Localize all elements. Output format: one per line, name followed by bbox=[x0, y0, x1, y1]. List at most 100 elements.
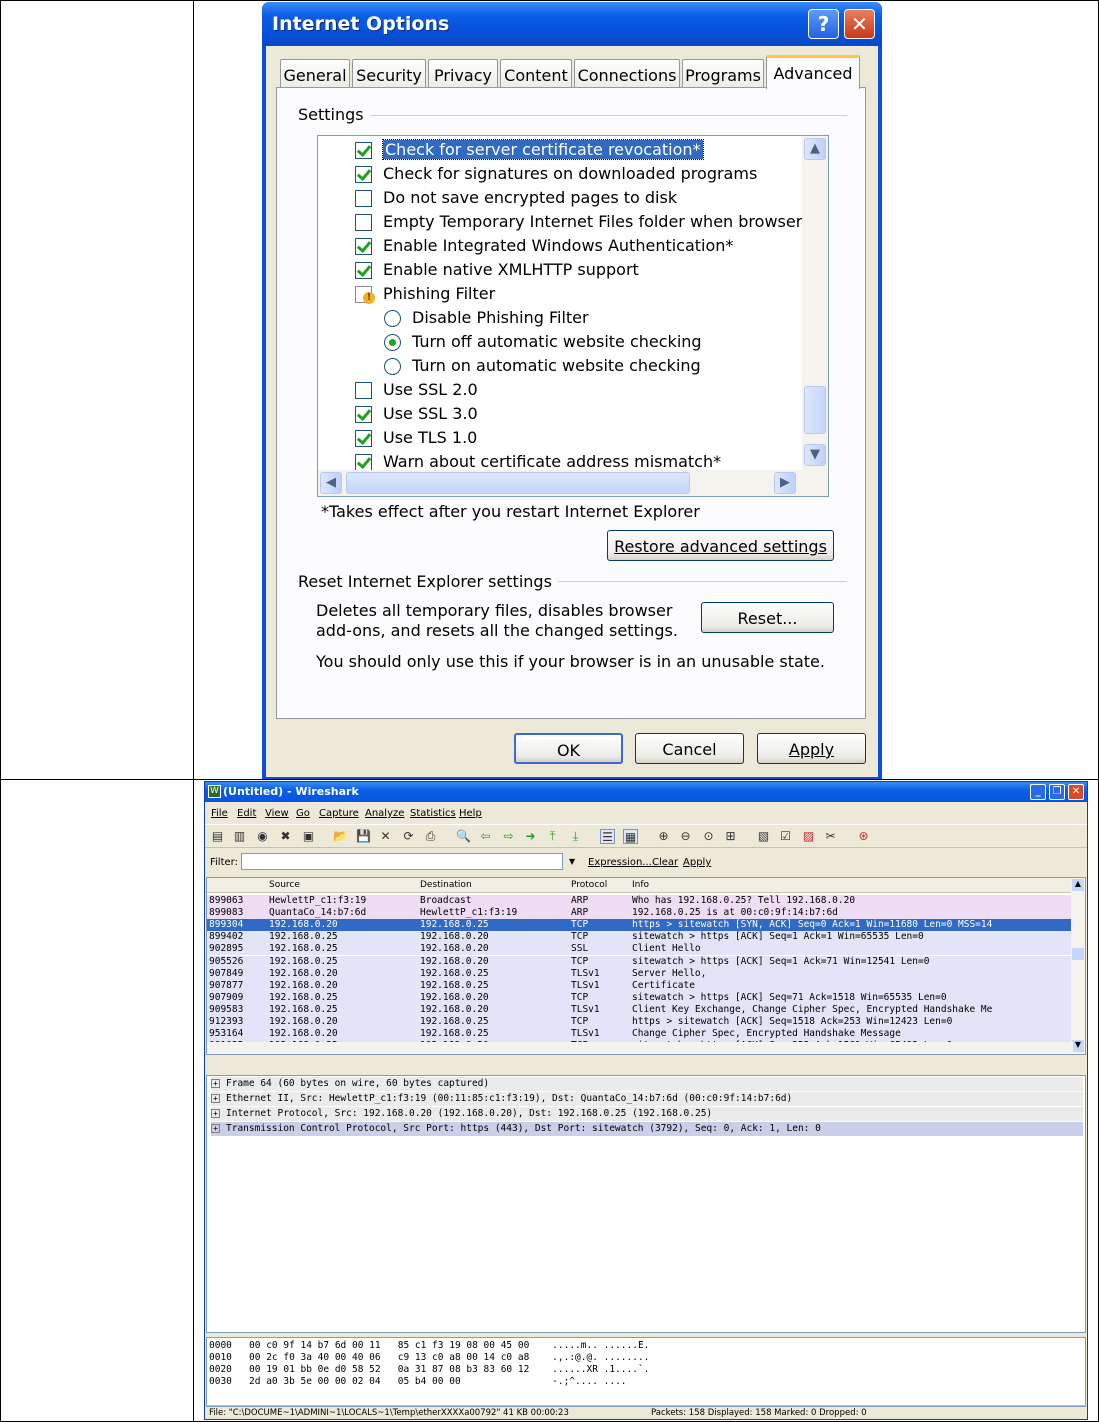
unchecked-checkbox-icon[interactable] bbox=[355, 190, 372, 207]
packet-row[interactable]: 953164 192.168.0.20 192.168.0.25 TLSv1 Chang… bbox=[207, 1028, 1073, 1041]
close-icon[interactable]: ✕ bbox=[844, 9, 875, 39]
display-filters-icon[interactable]: ☑ bbox=[778, 829, 793, 844]
column-protocol[interactable]: Protocol bbox=[571, 880, 607, 890]
packet-row[interactable]: 902895 192.168.0.25 192.168.0.20 SSL Client … bbox=[207, 943, 1073, 956]
packet-scroll-thumb[interactable] bbox=[1072, 948, 1084, 960]
resize-columns-icon[interactable]: ⊞ bbox=[723, 829, 738, 844]
settings-item[interactable]: Check for server certificate revocation* bbox=[318, 139, 802, 162]
settings-item[interactable]: Empty Temporary Internet Files folder wh… bbox=[318, 212, 828, 234]
checked-checkbox-icon[interactable] bbox=[355, 454, 372, 471]
settings-item[interactable]: Check for signatures on downloaded progr… bbox=[318, 164, 802, 186]
go-back-icon[interactable]: ⇦ bbox=[478, 829, 493, 844]
start-capture-icon[interactable]: ◉ bbox=[255, 829, 270, 844]
packet-row[interactable]: 899304 192.168.0.20 192.168.0.25 TCP https >… bbox=[207, 919, 1073, 932]
menu-go[interactable]: Go bbox=[296, 808, 310, 819]
packet-row[interactable]: 912393 192.168.0.20 192.168.0.25 TCP https >… bbox=[207, 1016, 1073, 1028]
checked-checkbox-icon[interactable] bbox=[355, 142, 372, 159]
stop-capture-icon[interactable]: ✖ bbox=[278, 829, 293, 844]
detail-row[interactable]: + Internet Protocol, Src: 192.168.0.20 (1… bbox=[211, 1107, 1083, 1121]
menu-analyze[interactable]: Analyze bbox=[365, 808, 404, 819]
scroll-down-icon[interactable]: ▼ bbox=[804, 444, 826, 466]
packet-row[interactable]: 907909 192.168.0.25 192.168.0.20 TCP sitewat… bbox=[207, 991, 1073, 1004]
capture-options-icon[interactable]: ▥ bbox=[232, 829, 247, 844]
wireshark-title-bar[interactable]: W (Untitled) - Wireshark _ ❐ ✕ bbox=[205, 782, 1087, 802]
packet-row[interactable]: 909583 192.168.0.25 192.168.0.20 TLSv1 Clien… bbox=[207, 1003, 1073, 1016]
settings-item[interactable]: Enable native XMLHTTP support bbox=[318, 260, 802, 282]
packet-bytes[interactable]: 0000 00 c0 9f 14 b7 6d 00 11 85 c1 f3 19… bbox=[206, 1337, 1086, 1407]
tab-privacy[interactable]: Privacy bbox=[428, 59, 498, 88]
coloring-rules-icon[interactable]: ▨ bbox=[801, 829, 816, 844]
restore-icon[interactable]: ❐ bbox=[1049, 784, 1065, 800]
settings-item[interactable]: Turn off automatic website checking bbox=[318, 332, 802, 354]
find-packet-icon[interactable]: 🔍 bbox=[456, 829, 471, 844]
packet-list-horizontal-scrollbar[interactable] bbox=[207, 1042, 1073, 1054]
scroll-up-icon[interactable]: ▲ bbox=[804, 138, 826, 160]
packet-list-vertical-scrollbar[interactable]: ▲ ▼ bbox=[1071, 878, 1085, 1054]
zoom-in-icon[interactable]: ⊕ bbox=[656, 829, 671, 844]
ok-button[interactable]: OK bbox=[514, 733, 623, 764]
horizontal-scroll-thumb[interactable] bbox=[346, 472, 690, 494]
settings-item[interactable]: Use SSL 2.0 bbox=[318, 380, 802, 402]
expression-button[interactable]: Expression... bbox=[588, 857, 652, 868]
cancel-button[interactable]: Cancel bbox=[635, 733, 744, 764]
column-info[interactable]: Info bbox=[632, 880, 649, 890]
packet-scroll-down-icon[interactable]: ▼ bbox=[1072, 1040, 1084, 1052]
menu-statistics[interactable]: Statistics bbox=[410, 808, 456, 819]
reset-button[interactable]: Reset... bbox=[701, 602, 834, 633]
tab-general[interactable]: General bbox=[280, 59, 350, 88]
colorize-icon[interactable]: ☰ bbox=[600, 829, 615, 844]
menu-capture[interactable]: Capture bbox=[319, 808, 359, 819]
detail-row[interactable]: + Transmission Control Protocol, Src Port… bbox=[211, 1122, 1083, 1136]
save-file-icon[interactable]: 💾 bbox=[356, 829, 371, 844]
menu-view[interactable]: View bbox=[265, 808, 289, 819]
scroll-left-icon[interactable]: ◀ bbox=[320, 472, 342, 494]
expand-icon[interactable]: + bbox=[211, 1094, 220, 1103]
packet-row[interactable]: 899063 HewlettP_c1:f3:19 Broadcast ARP Who h… bbox=[207, 895, 1073, 907]
detail-row[interactable]: + Frame 64 (60 bytes on wire, 60 bytes ca… bbox=[211, 1077, 1083, 1091]
open-file-icon[interactable]: 📂 bbox=[333, 829, 348, 844]
settings-item[interactable]: Enable Integrated Windows Authentication… bbox=[318, 236, 802, 258]
tab-connections[interactable]: Connections bbox=[574, 59, 680, 88]
normal-size-icon[interactable]: ⊙ bbox=[701, 829, 716, 844]
menu-edit[interactable]: Edit bbox=[237, 808, 256, 819]
clear-filter-button[interactable]: Clear bbox=[652, 857, 678, 868]
go-forward-icon[interactable]: ⇨ bbox=[501, 829, 516, 844]
auto-scroll-icon[interactable]: ▦ bbox=[623, 829, 638, 844]
selected-radio-icon[interactable] bbox=[384, 334, 401, 351]
reload-icon[interactable]: ⟳ bbox=[401, 829, 416, 844]
checked-checkbox-icon[interactable] bbox=[355, 166, 372, 183]
checked-checkbox-icon[interactable] bbox=[355, 430, 372, 447]
last-packet-icon[interactable]: ⤓ bbox=[568, 829, 583, 844]
settings-vertical-scrollbar[interactable]: ▲ ▼ bbox=[802, 136, 828, 470]
expand-icon[interactable]: + bbox=[211, 1124, 220, 1133]
checked-checkbox-icon[interactable] bbox=[355, 238, 372, 255]
expand-icon[interactable]: + bbox=[211, 1109, 220, 1118]
apply-filter-button[interactable]: Apply bbox=[683, 857, 711, 868]
menu-help[interactable]: Help bbox=[459, 808, 482, 819]
restart-capture-icon[interactable]: ▣ bbox=[301, 829, 316, 844]
packet-scroll-up-icon[interactable]: ▲ bbox=[1072, 879, 1084, 891]
capture-filters-icon[interactable]: ▧ bbox=[756, 829, 771, 844]
settings-item[interactable]: Turn on automatic website checking bbox=[318, 356, 802, 378]
title-bar[interactable]: Internet Options ? ✕ bbox=[262, 2, 882, 46]
tab-content[interactable]: Content bbox=[500, 59, 572, 88]
tab-advanced[interactable]: Advanced bbox=[766, 55, 860, 89]
settings-item[interactable]: Use TLS 1.0 bbox=[318, 428, 802, 450]
help-contents-icon[interactable]: ⊛ bbox=[856, 829, 871, 844]
wireshark-close-icon[interactable]: ✕ bbox=[1068, 784, 1084, 800]
checked-checkbox-icon[interactable] bbox=[355, 406, 372, 423]
unchecked-checkbox-icon[interactable] bbox=[355, 214, 372, 231]
settings-horizontal-scrollbar[interactable]: ◀ ▶ bbox=[318, 470, 828, 496]
expand-icon[interactable]: + bbox=[211, 1079, 220, 1088]
packet-row[interactable]: 899083 QuantaCo_14:b7:6d HewlettP_c1:f3:19… bbox=[207, 907, 1073, 920]
radio-icon[interactable] bbox=[384, 310, 401, 327]
radio-icon[interactable] bbox=[384, 358, 401, 375]
menu-file[interactable]: File bbox=[211, 808, 228, 819]
scroll-right-icon[interactable]: ▶ bbox=[774, 472, 796, 494]
packet-details[interactable]: + Frame 64 (60 bytes on wire, 60 bytes ca… bbox=[206, 1075, 1086, 1333]
detail-row[interactable]: + Ethernet II, Src: HewlettP_c1:f3:19 (00… bbox=[211, 1092, 1083, 1106]
packet-list[interactable]: Source Destination Protocol Info 899063 H… bbox=[206, 877, 1086, 1055]
packet-row[interactable]: 907849 192.168.0.20 192.168.0.25 TLSv1 Serve… bbox=[207, 967, 1073, 980]
packet-row[interactable]: 905526 192.168.0.25 192.168.0.20 TCP sitewat… bbox=[207, 955, 1073, 968]
print-icon[interactable]: ⎙ bbox=[423, 829, 438, 844]
